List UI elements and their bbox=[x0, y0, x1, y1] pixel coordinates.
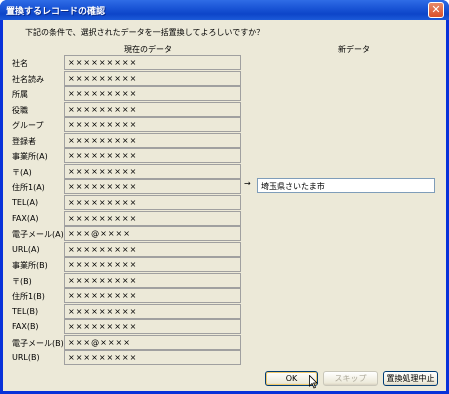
current-value: ××××××××× bbox=[68, 260, 138, 270]
field-label: 電子メール(B) bbox=[12, 338, 64, 348]
current-value-field: ××××××××× bbox=[64, 350, 241, 366]
close-button[interactable]: ✕ bbox=[428, 2, 444, 18]
current-value-field: ××××××××× bbox=[64, 194, 241, 210]
field-label: FAX(A) bbox=[12, 213, 39, 223]
current-value: ××××××××× bbox=[68, 291, 138, 301]
field-label: 住所1(B) bbox=[12, 292, 45, 302]
window-title: 置換するレコードの確認 bbox=[6, 7, 106, 17]
skip-button[interactable]: スキップ bbox=[323, 371, 378, 386]
close-icon: ✕ bbox=[431, 3, 441, 16]
current-value-field: ××××××××× bbox=[64, 241, 241, 257]
field-label: 社名読み bbox=[12, 74, 44, 84]
field-label: TEL(B) bbox=[12, 306, 39, 316]
field-label: 社名 bbox=[12, 59, 28, 68]
current-value: ××××××××× bbox=[68, 197, 138, 207]
current-value-field: ××××××××× bbox=[64, 179, 241, 195]
current-value-field: ××××××××× bbox=[64, 303, 241, 319]
current-value: ××××××××× bbox=[68, 166, 138, 176]
current-data-header: 現在のデータ bbox=[124, 45, 172, 54]
current-value-field: ×××@×××× bbox=[64, 226, 241, 242]
new-data-value: 埼玉県さいたま市 bbox=[261, 182, 325, 191]
current-value-field: ××××××××× bbox=[64, 55, 241, 70]
cancel-replace-button[interactable]: 置換処理中止 bbox=[383, 371, 438, 386]
current-value-field: ××××××××× bbox=[64, 101, 241, 117]
current-value-field: ××××××××× bbox=[64, 163, 241, 179]
current-value-field: ××××××××× bbox=[64, 132, 241, 148]
current-value-field: ××××××××× bbox=[64, 257, 241, 273]
current-value-field: ××××××××× bbox=[64, 70, 241, 86]
new-data-field: 埼玉県さいたま市 bbox=[257, 178, 435, 193]
field-label: 役職 bbox=[12, 105, 28, 115]
current-value-field: ××××××××× bbox=[64, 148, 241, 164]
current-value: ××××××××× bbox=[68, 213, 138, 223]
field-label: URL(B) bbox=[12, 353, 40, 363]
field-label: 事業所(B) bbox=[12, 261, 48, 271]
current-value: ××××××××× bbox=[68, 322, 138, 332]
current-value-field: ×××@×××× bbox=[64, 334, 241, 350]
title-bar[interactable]: 置換するレコードの確認 ✕ bbox=[0, 0, 449, 20]
current-value: ××××××××× bbox=[68, 89, 138, 99]
field-label: URL(A) bbox=[12, 244, 40, 254]
field-label: グループ bbox=[12, 121, 44, 131]
current-value: ××××××××× bbox=[68, 275, 138, 285]
field-label: 〒(B) bbox=[12, 276, 32, 286]
current-value-field: ××××××××× bbox=[64, 117, 241, 133]
field-label: 住所1(A) bbox=[12, 183, 45, 193]
current-value-field: ××××××××× bbox=[64, 288, 241, 304]
field-label: 電子メール(A) bbox=[12, 230, 64, 240]
field-label: 登録者 bbox=[12, 136, 36, 146]
current-value: ××××××××× bbox=[68, 244, 138, 254]
field-label: FAX(B) bbox=[12, 322, 39, 332]
current-value: ××××××××× bbox=[68, 73, 138, 83]
field-label: TEL(A) bbox=[12, 197, 39, 207]
current-value-field: ××××××××× bbox=[64, 210, 241, 226]
current-value-field: ××××××××× bbox=[64, 272, 241, 288]
current-value: ××××××××× bbox=[68, 104, 138, 114]
current-value: ××××××××× bbox=[68, 353, 138, 363]
current-value: ××××××××× bbox=[68, 135, 138, 145]
current-value-field: ××××××××× bbox=[64, 86, 241, 102]
confirmation-message: 下記の条件で、選択されたデータを一括置換してよろしいですか？ bbox=[25, 28, 265, 37]
mouse-pointer-icon bbox=[309, 375, 318, 389]
field-label: 事業所(A) bbox=[12, 152, 48, 162]
current-value: ××××××××× bbox=[68, 151, 138, 161]
dialog-body: 下記の条件で、選択されたデータを一括置換してよろしいですか？ 現在のデータ 新デ… bbox=[3, 20, 446, 391]
dialog-window: 置換するレコードの確認 ✕ 下記の条件で、選択されたデータを一括置換してよろしい… bbox=[0, 0, 449, 394]
replace-arrow: → bbox=[244, 179, 251, 188]
current-value: ××××××××× bbox=[68, 182, 138, 192]
current-value: ×××@×××× bbox=[68, 337, 131, 347]
current-value: ××××××××× bbox=[68, 120, 138, 130]
current-value-field: ××××××××× bbox=[64, 319, 241, 335]
current-value: ×××@×××× bbox=[68, 229, 131, 239]
field-label: 〒(A) bbox=[12, 167, 32, 177]
field-label: 所属 bbox=[12, 90, 28, 100]
new-data-header: 新データ bbox=[338, 45, 370, 54]
current-value: ××××××××× bbox=[68, 58, 138, 67]
current-value: ××××××××× bbox=[68, 306, 138, 316]
